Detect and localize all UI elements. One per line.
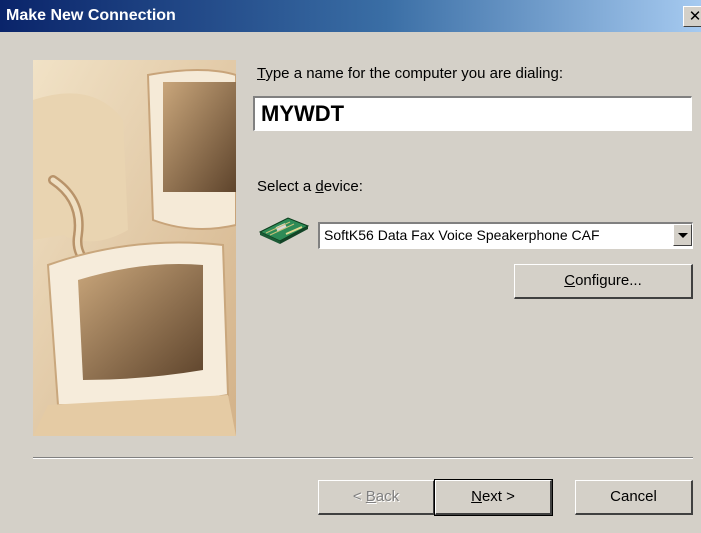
computer-name-input[interactable]: MYWDT [253,96,692,131]
device-select[interactable]: SoftK56 Data Fax Voice Speakerphone CAF [318,222,693,249]
close-icon: ✕ [688,8,701,25]
cancel-button[interactable]: Cancel [575,480,693,515]
configure-button[interactable]: Configure... [514,264,693,299]
next-button[interactable]: Next > [434,479,553,516]
modem-card-icon [256,214,312,244]
chevron-down-icon[interactable] [673,224,692,246]
separator [33,457,693,459]
back-button[interactable]: < Back [318,480,435,515]
close-button[interactable]: ✕ [683,6,701,27]
device-prompt-label: Select a device: [257,178,363,195]
name-prompt-label: Type a name for the computer you are dia… [257,65,564,82]
title-bar: Make New Connection ✕ [0,0,701,32]
window-title: Make New Connection [6,7,176,24]
computer-monitors-illustration [33,60,236,436]
